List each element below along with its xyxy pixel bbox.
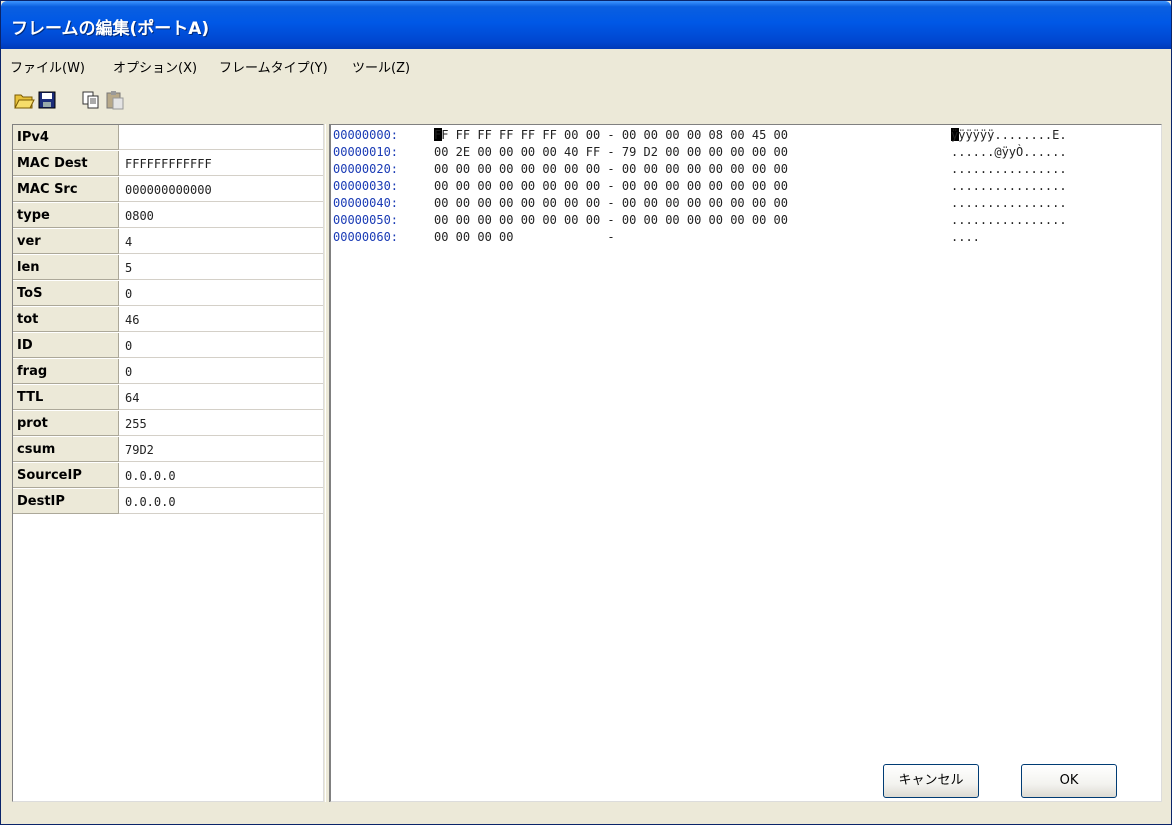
prop-row-ttl[interactable]: TTL 64: [13, 385, 323, 410]
prop-row-source-ip[interactable]: SourceIP 0.0.0.0: [13, 463, 323, 488]
menu-file[interactable]: ファイル(W): [10, 57, 85, 76]
hex-row[interactable]: 00000000: FF FF FF FF FF FF 00 00 - 00 00…: [331, 128, 1161, 145]
paste-icon[interactable]: [104, 89, 126, 111]
prop-key: csum: [13, 437, 119, 462]
hex-address: 00000050:: [333, 213, 399, 227]
hex-bytes[interactable]: 00 00 00 00 00 00 00 00 - 00 00 00 00 00…: [434, 179, 788, 193]
menu-bar: ファイル(W) オプション(X) フレームタイプ(Y) ツール(Z): [1, 49, 1171, 80]
hex-address: 00000030:: [333, 179, 399, 193]
prop-row-ver[interactable]: ver 4: [13, 229, 323, 254]
prop-key: IPv4: [13, 125, 119, 150]
hex-bytes[interactable]: FF FF FF FF FF FF 00 00 - 00 00 00 00 08…: [434, 128, 788, 142]
prop-key: ver: [13, 229, 119, 254]
prop-value[interactable]: [121, 125, 321, 150]
prop-value[interactable]: 0800: [121, 203, 321, 228]
prop-row-csum[interactable]: csum 79D2: [13, 437, 323, 462]
prop-row-type[interactable]: type 0800: [13, 203, 323, 228]
ok-button[interactable]: OK: [1021, 764, 1117, 798]
prop-value[interactable]: 000000000000: [121, 177, 321, 202]
hex-ascii[interactable]: ....: [951, 230, 980, 244]
prop-key: prot: [13, 411, 119, 436]
prop-value[interactable]: 4: [121, 229, 321, 254]
toolbar-separator: [63, 89, 65, 115]
toolbar: [1, 85, 1171, 121]
window-title: フレームの編集(ポートA): [11, 19, 210, 39]
hex-ascii[interactable]: ................: [951, 179, 1067, 193]
hex-address: 00000020:: [333, 162, 399, 176]
hex-row[interactable]: 00000060: 00 00 00 00 - ....: [331, 230, 1161, 247]
prop-key: DestIP: [13, 489, 119, 514]
prop-row-prot[interactable]: prot 255: [13, 411, 323, 436]
prop-row-len[interactable]: len 5: [13, 255, 323, 280]
prop-key: frag: [13, 359, 119, 384]
hex-ascii[interactable]: ................: [951, 162, 1067, 176]
hex-bytes[interactable]: 00 2E 00 00 00 00 40 FF - 79 D2 00 00 00…: [434, 145, 788, 159]
menu-options[interactable]: オプション(X): [113, 57, 197, 76]
hex-bytes[interactable]: 00 00 00 00 00 00 00 00 - 00 00 00 00 00…: [434, 213, 788, 227]
hex-ascii[interactable]: ................: [951, 213, 1067, 227]
prop-row-dest-ip[interactable]: DestIP 0.0.0.0: [13, 489, 323, 514]
prop-key: MAC Dest: [13, 151, 119, 176]
hex-bytes[interactable]: 00 00 00 00 00 00 00 00 - 00 00 00 00 00…: [434, 162, 788, 176]
hex-address: 00000010:: [333, 145, 399, 159]
prop-value[interactable]: 0.0.0.0: [121, 463, 321, 488]
hex-address: 00000040:: [333, 196, 399, 210]
copy-icon[interactable]: [80, 89, 102, 111]
frame-editor-window: フレームの編集(ポートA) ファイル(W) オプション(X) フレームタイプ(Y…: [0, 0, 1172, 825]
hex-bytes[interactable]: 00 00 00 00 -: [434, 230, 788, 244]
prop-value[interactable]: 0: [121, 281, 321, 306]
prop-value[interactable]: 79D2: [121, 437, 321, 462]
hex-row[interactable]: 00000010: 00 2E 00 00 00 00 40 FF - 79 D2…: [331, 145, 1161, 162]
hex-row[interactable]: 00000050: 00 00 00 00 00 00 00 00 - 00 00…: [331, 213, 1161, 230]
prop-row-ipv4[interactable]: IPv4: [13, 125, 323, 150]
save-disk-icon[interactable]: [36, 89, 58, 111]
prop-row-mac-dest[interactable]: MAC Dest FFFFFFFFFFFF: [13, 151, 323, 176]
prop-key: len: [13, 255, 119, 280]
hex-editor[interactable]: 00000000: FF FF FF FF FF FF 00 00 - 00 00…: [330, 124, 1162, 802]
prop-value[interactable]: 255: [121, 411, 321, 436]
prop-value[interactable]: FFFFFFFFFFFF: [121, 151, 321, 176]
prop-key: SourceIP: [13, 463, 119, 488]
hex-address: 00000000:: [333, 128, 399, 142]
prop-value[interactable]: 0: [121, 333, 321, 358]
prop-row-tos[interactable]: ToS 0: [13, 281, 323, 306]
prop-value[interactable]: 0: [121, 359, 321, 384]
hex-row[interactable]: 00000030: 00 00 00 00 00 00 00 00 - 00 00…: [331, 179, 1161, 196]
field-property-grid: IPv4 MAC Dest FFFFFFFFFFFF MAC Src 0000000…: [12, 124, 324, 802]
prop-key: ToS: [13, 281, 119, 306]
prop-value[interactable]: 5: [121, 255, 321, 280]
prop-key: ID: [13, 333, 119, 358]
prop-value[interactable]: 64: [121, 385, 321, 410]
prop-value[interactable]: 46: [121, 307, 321, 332]
hex-row[interactable]: 00000040: 00 00 00 00 00 00 00 00 - 00 00…: [331, 196, 1161, 213]
prop-row-id[interactable]: ID 0: [13, 333, 323, 358]
hex-address: 00000060:: [333, 230, 399, 244]
hex-ascii[interactable]: ......@ÿyÒ......: [951, 145, 1067, 159]
prop-key: type: [13, 203, 119, 228]
hex-bytes[interactable]: 00 00 00 00 00 00 00 00 - 00 00 00 00 00…: [434, 196, 788, 210]
hex-ascii[interactable]: ................: [951, 196, 1067, 210]
hex-ascii[interactable]: ÿÿÿÿÿÿ........E.: [951, 128, 1067, 142]
open-folder-icon[interactable]: [13, 89, 35, 111]
prop-row-frag[interactable]: frag 0: [13, 359, 323, 384]
prop-row-mac-src[interactable]: MAC Src 000000000000: [13, 177, 323, 202]
prop-key: tot: [13, 307, 119, 332]
menu-tools[interactable]: ツール(Z): [352, 57, 410, 76]
cancel-button[interactable]: キャンセル: [883, 764, 979, 798]
prop-key: TTL: [13, 385, 119, 410]
title-bar[interactable]: フレームの編集(ポートA): [1, 1, 1171, 49]
prop-key: MAC Src: [13, 177, 119, 202]
menu-frame-type[interactable]: フレームタイプ(Y): [219, 57, 328, 76]
prop-value[interactable]: 0.0.0.0: [121, 489, 321, 514]
prop-row-tot[interactable]: tot 46: [13, 307, 323, 332]
hex-row[interactable]: 00000020: 00 00 00 00 00 00 00 00 - 00 00…: [331, 162, 1161, 179]
